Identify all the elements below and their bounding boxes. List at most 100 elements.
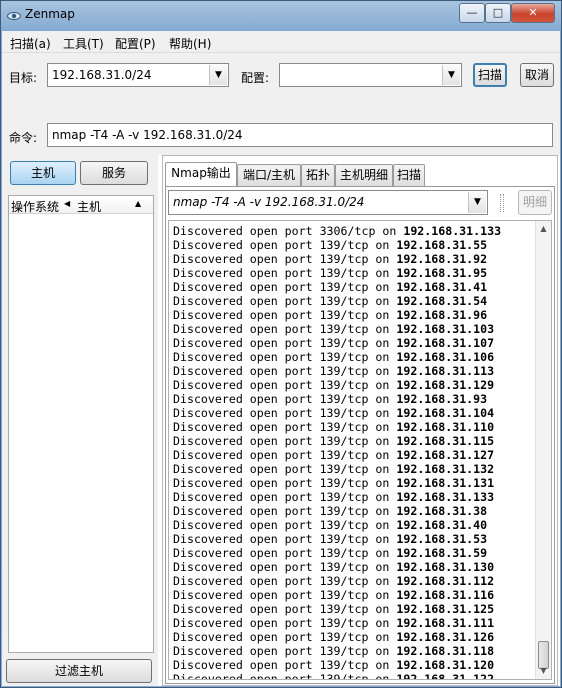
hosts-view-button[interactable]: 主机 (10, 161, 76, 185)
output-line: Discovered open port 139/tcp on 192.168.… (173, 644, 501, 658)
output-line: Discovered open port 139/tcp on 192.168.… (173, 308, 501, 322)
output-lines: Discovered open port 3306/tcp on 192.168… (173, 224, 502, 680)
output-line-ip: 192.168.31.103 (396, 322, 495, 336)
output-line-text: Discovered open port 139/tcp on (173, 294, 397, 308)
menu-profile[interactable]: 配置(P) (115, 35, 156, 52)
profile-label: 配置: (241, 71, 270, 85)
output-line: Discovered open port 139/tcp on 192.168.… (173, 392, 501, 406)
scan-button[interactable]: 扫描 (473, 63, 507, 87)
output-line-text: Discovered open port 139/tcp on (173, 336, 397, 350)
output-line-ip: 192.168.31.54 (396, 294, 488, 308)
output-line-ip: 192.168.31.107 (396, 336, 495, 350)
toolbar: 目标: 192.168.31.0/24 ▼ 配置: ▼ 扫描 取消 命令: nm… (2, 53, 560, 155)
output-line-text: Discovered open port 139/tcp on (173, 504, 397, 518)
profile-combobox[interactable]: ▼ (279, 63, 462, 87)
output-line-ip: 192.168.31.96 (396, 308, 488, 322)
output-line: Discovered open port 139/tcp on 192.168.… (173, 532, 501, 546)
output-line: Discovered open port 139/tcp on 192.168.… (173, 420, 501, 434)
menu-help[interactable]: 帮助(H) (169, 35, 211, 52)
chevron-down-icon[interactable]: ▼ (209, 65, 227, 85)
output-line: Discovered open port 139/tcp on 192.168.… (173, 546, 501, 560)
tab-ports-hosts[interactable]: 端口/主机 (237, 164, 301, 186)
output-line-text: Discovered open port 139/tcp on (173, 546, 397, 560)
triangle-left-icon: ◀ (64, 199, 71, 208)
output-line-text: Discovered open port 139/tcp on (173, 266, 397, 280)
output-line-ip: 192.168.31.95 (396, 266, 488, 280)
output-line-ip: 192.168.31.116 (396, 588, 495, 602)
output-line-text: Discovered open port 139/tcp on (173, 280, 397, 294)
title-bar[interactable]: Zenmap — □ ✕ (1, 1, 561, 31)
output-line-text: Discovered open port 139/tcp on (173, 588, 397, 602)
filter-hosts-button[interactable]: 过滤主机 (6, 659, 152, 683)
output-line-ip: 192.168.31.40 (396, 518, 488, 532)
output-line-ip: 192.168.31.38 (396, 504, 488, 518)
output-line: Discovered open port 139/tcp on 192.168.… (173, 462, 501, 476)
output-line-text: Discovered open port 3306/tcp on (173, 224, 404, 238)
target-value: 192.168.31.0/24 (52, 68, 152, 82)
chevron-down-icon[interactable]: ▼ (442, 65, 460, 85)
output-line-text: Discovered open port 139/tcp on (173, 574, 397, 588)
column-os[interactable]: 操作系统 (11, 198, 59, 215)
target-label: 目标: (9, 71, 38, 85)
output-line: Discovered open port 139/tcp on 192.168.… (173, 280, 501, 294)
output-line: Discovered open port 139/tcp on 192.168.… (173, 322, 501, 336)
close-button[interactable]: ✕ (511, 3, 555, 23)
output-line-ip: 192.168.31.106 (396, 350, 495, 364)
output-line-ip: 192.168.31.122 (396, 672, 495, 680)
scroll-up-icon[interactable]: ▲ (536, 222, 551, 236)
client-area: 扫描(a) 工具(T) 配置(P) 帮助(H) 目标: 192.168.31.0… (2, 31, 560, 686)
tab-topology[interactable]: 拓扑 (301, 164, 335, 186)
host-list[interactable]: 操作系统 ◀ 主机 ▲ (8, 195, 154, 653)
target-combobox[interactable]: 192.168.31.0/24 ▼ (47, 63, 229, 87)
output-line-ip: 192.168.31.132 (396, 462, 495, 476)
vertical-scrollbar[interactable]: ▲ ▼ (535, 221, 551, 679)
output-line: Discovered open port 139/tcp on 192.168.… (173, 518, 501, 532)
tab-nmap-output[interactable]: Nmap输出 (165, 162, 237, 187)
output-line-text: Discovered open port 139/tcp on (173, 378, 397, 392)
output-line-ip: 192.168.31.110 (396, 420, 495, 434)
output-line: Discovered open port 139/tcp on 192.168.… (173, 630, 501, 644)
tab-host-details[interactable]: 主机明细 (335, 164, 393, 186)
output-line-ip: 192.168.31.112 (396, 574, 495, 588)
output-line-ip: 192.168.31.111 (396, 616, 495, 630)
output-line-text: Discovered open port 139/tcp on (173, 322, 397, 336)
output-line-text: Discovered open port 139/tcp on (173, 448, 397, 462)
output-line-ip: 192.168.31.129 (396, 378, 495, 392)
tab-scans[interactable]: 扫描 (393, 164, 425, 186)
window-title: Zenmap (25, 7, 75, 21)
output-line-text: Discovered open port 139/tcp on (173, 252, 397, 266)
maximize-button[interactable]: □ (485, 3, 511, 23)
output-line-text: Discovered open port 139/tcp on (173, 672, 397, 680)
scroll-down-icon[interactable]: ▼ (536, 664, 551, 678)
output-line-ip: 192.168.31.41 (396, 280, 488, 294)
column-host[interactable]: 主机 (77, 198, 101, 215)
zenmap-window: Zenmap — □ ✕ 扫描(a) 工具(T) 配置(P) 帮助(H) 目标:… (0, 0, 562, 688)
menu-scan[interactable]: 扫描(a) (10, 35, 51, 52)
output-line-text: Discovered open port 139/tcp on (173, 364, 397, 378)
output-line: Discovered open port 139/tcp on 192.168.… (173, 266, 501, 280)
scan-output-selector[interactable]: nmap -T4 -A -v 192.168.31.0/24 ▼ (168, 190, 488, 215)
zenmap-eye-icon (7, 12, 21, 20)
output-line-ip: 192.168.31.92 (396, 252, 488, 266)
output-line-ip: 192.168.31.120 (396, 658, 495, 672)
chevron-down-icon[interactable]: ▼ (468, 192, 486, 213)
output-line: Discovered open port 139/tcp on 192.168.… (173, 294, 501, 308)
output-line-ip: 192.168.31.118 (396, 644, 495, 658)
output-line-text: Discovered open port 139/tcp on (173, 462, 397, 476)
nmap-output-text[interactable]: Discovered open port 3306/tcp on 192.168… (168, 220, 552, 680)
output-line: Discovered open port 139/tcp on 192.168.… (173, 252, 501, 266)
output-line-ip: 192.168.31.133 (403, 224, 502, 238)
cancel-button[interactable]: 取消 (520, 63, 554, 87)
output-line: Discovered open port 139/tcp on 192.168.… (173, 448, 501, 462)
output-line-text: Discovered open port 139/tcp on (173, 630, 397, 644)
details-button[interactable]: 明细 (518, 190, 552, 215)
minimize-button[interactable]: — (459, 3, 485, 23)
services-view-button[interactable]: 服务 (80, 161, 148, 185)
output-line-ip: 192.168.31.125 (396, 602, 495, 616)
output-line: Discovered open port 139/tcp on 192.168.… (173, 378, 501, 392)
output-line-text: Discovered open port 139/tcp on (173, 434, 397, 448)
output-line-ip: 192.168.31.127 (396, 448, 495, 462)
scan-output-selector-value: nmap -T4 -A -v 192.168.31.0/24 (173, 195, 365, 209)
command-input[interactable]: nmap -T4 -A -v 192.168.31.0/24 (47, 123, 553, 147)
menu-tools[interactable]: 工具(T) (63, 35, 104, 52)
